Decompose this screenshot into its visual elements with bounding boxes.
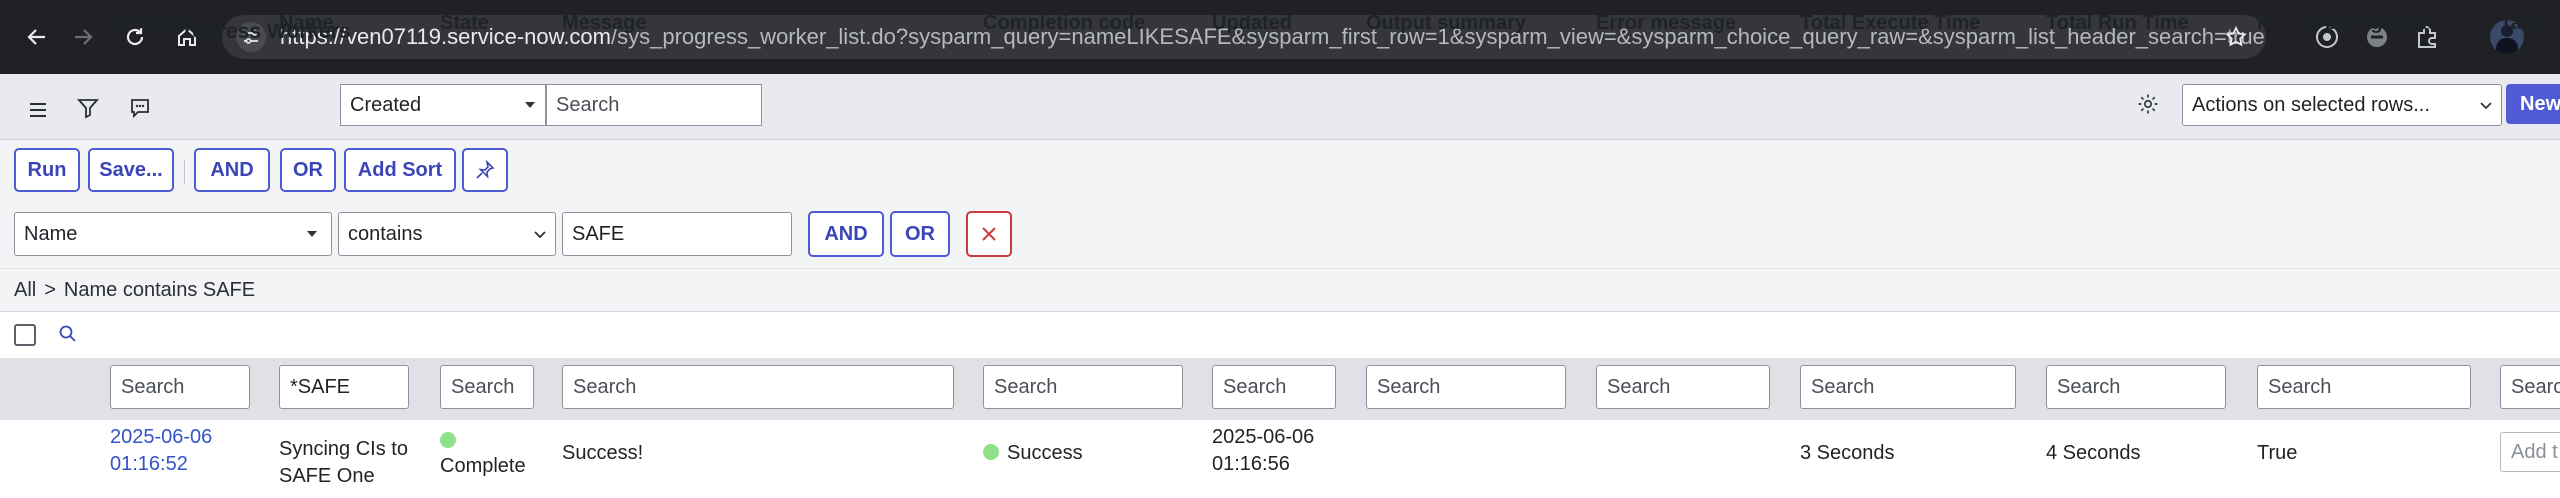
back-icon[interactable] (20, 20, 54, 54)
name-search-input[interactable]: *SAFE (279, 365, 409, 409)
output-summary-search-input[interactable]: Search (1366, 365, 1566, 409)
divider (184, 160, 185, 184)
sort-descending-icon (197, 21, 208, 27)
chevron-down-icon (534, 231, 546, 239)
chevron-down-icon (307, 231, 317, 237)
save-button[interactable]: Save... (88, 148, 174, 192)
message-cell: Success! (562, 442, 644, 464)
total-run-time-cell: 4 Seconds (2046, 442, 2141, 464)
condition-field-select[interactable]: Name (14, 212, 332, 256)
state-cell: Complete (440, 426, 526, 480)
add-tag-input[interactable]: Add t (2500, 432, 2560, 472)
run-in-background-cell: True (2257, 442, 2298, 464)
condition-and-button[interactable]: AND (808, 211, 884, 257)
new-button[interactable]: New (2506, 84, 2560, 124)
total-execute-time-cell: 3 Seconds (1800, 442, 1895, 464)
column-header-name[interactable]: Name (279, 12, 333, 35)
column-header-state[interactable]: State (440, 12, 489, 35)
tags-search-input[interactable]: Search (2500, 365, 2560, 409)
condition-operator-value: contains (348, 222, 423, 245)
column-header-completion-code[interactable]: Completion code (983, 12, 1145, 35)
menu-icon[interactable] (22, 94, 54, 126)
updated-cell: 2025-06-06 01:16:56 (1212, 426, 1315, 475)
actions-select[interactable]: Actions on selected rows... (2182, 84, 2502, 126)
filter-icon[interactable] (72, 92, 104, 124)
column-header-message[interactable]: Message (562, 12, 647, 35)
comment-icon[interactable] (124, 92, 156, 124)
column-header-created[interactable]: Created (110, 12, 208, 35)
delete-condition-button[interactable] (966, 211, 1012, 257)
list-search-input[interactable]: Search (546, 84, 762, 126)
search-icon[interactable] (56, 322, 80, 346)
completion-code-cell: Success (983, 440, 1083, 467)
column-header-run-in-background[interactable]: Run in background (2257, 12, 2439, 35)
column-header-error-message[interactable]: Error message (1596, 12, 1736, 35)
column-header-total-execute-time[interactable]: Total Execute Time (1800, 12, 1980, 35)
add-or-button[interactable]: OR (280, 148, 336, 192)
chevron-down-icon (525, 102, 535, 108)
completion-code-search-input[interactable]: Search (983, 365, 1183, 409)
search-field-select-value: Created (350, 93, 422, 116)
select-all-checkbox[interactable] (14, 324, 36, 346)
status-dot-icon (983, 444, 999, 461)
condition-value-input[interactable]: SAFE (562, 212, 792, 256)
created-search-input[interactable]: Search (110, 365, 250, 409)
column-header-tags[interactable]: Tags (2500, 12, 2545, 35)
condition-or-button[interactable]: OR (890, 211, 950, 257)
add-sort-button[interactable]: Add Sort (344, 148, 456, 192)
gear-icon[interactable] (2132, 88, 2164, 120)
status-dot-icon (440, 431, 456, 448)
actions-select-value: Actions on selected rows... (2192, 93, 2430, 116)
run-button[interactable]: Run (14, 148, 80, 192)
table-header (0, 312, 2560, 358)
breadcrumb-all[interactable]: All (14, 279, 36, 302)
total-run-time-search-input[interactable]: Search (2046, 365, 2226, 409)
message-search-input[interactable]: Search (562, 365, 954, 409)
state-search-input[interactable]: Search (440, 365, 534, 409)
created-cell[interactable]: 2025-06-06 01:16:52 (110, 424, 212, 478)
column-header-total-run-time[interactable]: Total Run Time (2046, 12, 2189, 35)
breadcrumb: All > Name contains SAFE (0, 268, 2560, 312)
chevron-down-icon (2480, 102, 2492, 110)
pin-icon (476, 160, 495, 179)
add-and-button[interactable]: AND (194, 148, 270, 192)
name-cell: Syncing CIs to SAFE One (279, 438, 408, 487)
run-in-background-search-input[interactable]: Search (2257, 365, 2471, 409)
updated-search-input[interactable]: Search (1212, 365, 1336, 409)
close-icon (982, 227, 996, 241)
search-field-select[interactable]: Created (340, 84, 546, 126)
column-header-output-summary[interactable]: Output summary (1366, 12, 1526, 35)
forward-icon[interactable] (66, 20, 100, 54)
breadcrumb-separator: > (44, 278, 56, 301)
total-execute-time-search-input[interactable]: Search (1800, 365, 2016, 409)
error-message-search-input[interactable]: Search (1596, 365, 1770, 409)
pin-button[interactable] (462, 148, 508, 192)
condition-operator-select[interactable]: contains (338, 212, 556, 256)
breadcrumb-condition[interactable]: Name contains SAFE (64, 279, 255, 302)
condition-field-value: Name (24, 222, 78, 245)
column-header-updated[interactable]: Updated (1212, 12, 1292, 35)
star-icon[interactable] (2224, 25, 2248, 49)
